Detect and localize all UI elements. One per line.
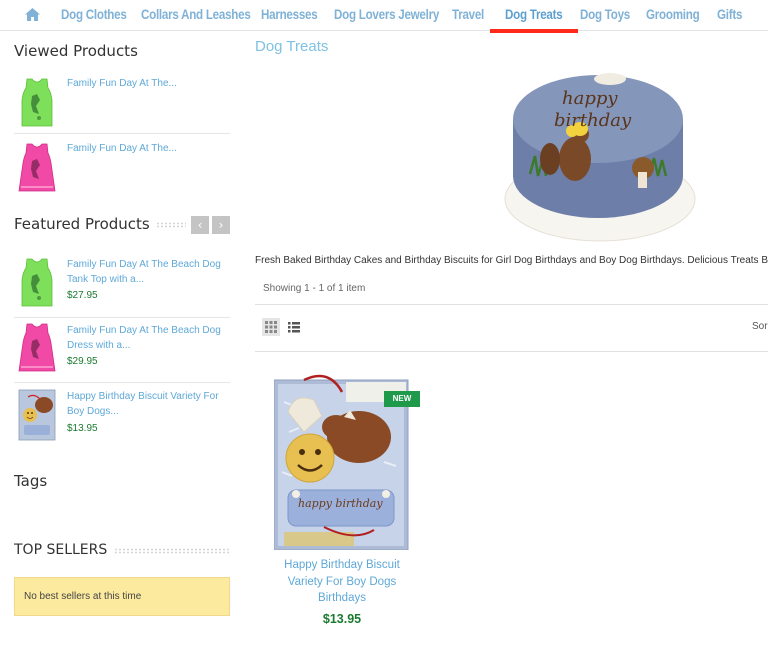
category-description: Fresh Baked Birthday Cakes and Birthday … [255,255,768,266]
page-title: Dog Treats [255,38,329,55]
divider [255,304,768,305]
heading-dotted-rule [110,548,230,554]
nav-dog-clothes[interactable]: Dog Clothes [61,7,127,22]
tags-heading: Tags [14,472,54,490]
product-price: $27.95 [67,290,98,301]
pink-dog-dress-thumbnail[interactable] [17,141,57,193]
product-name-line: Tank Top with a... [67,274,145,285]
svg-text:birthday: birthday [554,110,632,131]
product-name-line: Dress with a... [67,340,131,351]
product-name-line: Happy Birthday Biscuit Variety For [67,391,219,402]
product-name-line: Boy Dogs... [67,406,119,417]
featured-product-link[interactable]: Happy Birthday Biscuit Variety For Boy D… [67,389,219,419]
product-price: $13.95 [67,423,98,434]
divider [14,133,230,134]
product-price: $13.95 [322,612,362,626]
nav-gifts[interactable]: Gifts [717,7,742,22]
nav-collars-and-leashes[interactable]: Collars And Leashes [141,7,251,22]
featured-products-heading: Featured Products [14,215,156,233]
birthday-cake-category-image: happy birthday [504,73,696,242]
viewed-product-link[interactable]: Family Fun Day At The... [67,141,177,156]
notice-text: No best sellers at this time [24,591,142,602]
top-sellers-heading: TOP SELLERS [14,542,114,558]
divider [255,351,768,352]
viewed-product-link[interactable]: Family Fun Day At The... [67,76,177,91]
chevron-right-icon[interactable]: › [212,216,230,234]
top-navigation: Dog Clothes Collars And Leashes Harnesse… [0,0,768,31]
green-dog-tank-top-thumbnail[interactable] [17,76,57,128]
product-price: $29.95 [67,356,98,367]
divider [14,382,230,383]
home-icon[interactable] [24,7,41,22]
chevron-left-icon[interactable]: ‹ [191,216,209,234]
product-image-text: happy birthday [298,497,383,510]
grid-view-icon[interactable] [262,318,280,336]
nav-dog-toys[interactable]: Dog Toys [580,7,630,22]
featured-product-link[interactable]: Family Fun Day At The Beach Dog Tank Top… [67,257,221,287]
nav-grooming[interactable]: Grooming [646,7,700,22]
nav-dog-lovers-jewelry[interactable]: Dog Lovers Jewelry [334,7,439,22]
product-name-line: Family Fun Day At The Beach Dog [67,325,221,336]
product-name-line: Birthdays [318,592,366,604]
svg-text:happy: happy [562,88,618,109]
product-name-line: Family Fun Day At The Beach Dog [67,259,221,270]
nav-travel[interactable]: Travel [452,7,484,22]
no-best-sellers-notice: No best sellers at this time [14,577,230,616]
list-view-icon[interactable] [285,318,303,336]
nav-harnesses[interactable]: Harnesses [261,7,318,22]
product-name-line: Variety For Boy Dogs [287,575,397,588]
green-dog-tank-top-thumbnail[interactable] [17,256,57,308]
new-badge: NEW [384,391,420,407]
active-nav-indicator [490,29,578,33]
featured-product-link[interactable]: Family Fun Day At The Beach Dog Dress wi… [67,323,221,353]
divider [14,317,230,318]
product-name-link[interactable]: Happy Birthday Biscuit Variety For Boy D… [275,557,409,607]
results-count: Showing 1 - 1 of 1 item [263,283,366,294]
sort-label[interactable]: Sor [752,321,768,332]
product-name-line: Happy Birthday Biscuit [284,559,400,571]
nav-dog-treats[interactable]: Dog Treats [505,7,563,22]
birthday-biscuit-box-thumbnail[interactable] [18,389,56,441]
viewed-products-heading: Viewed Products [14,42,144,60]
pink-dog-dress-thumbnail[interactable] [17,321,57,373]
